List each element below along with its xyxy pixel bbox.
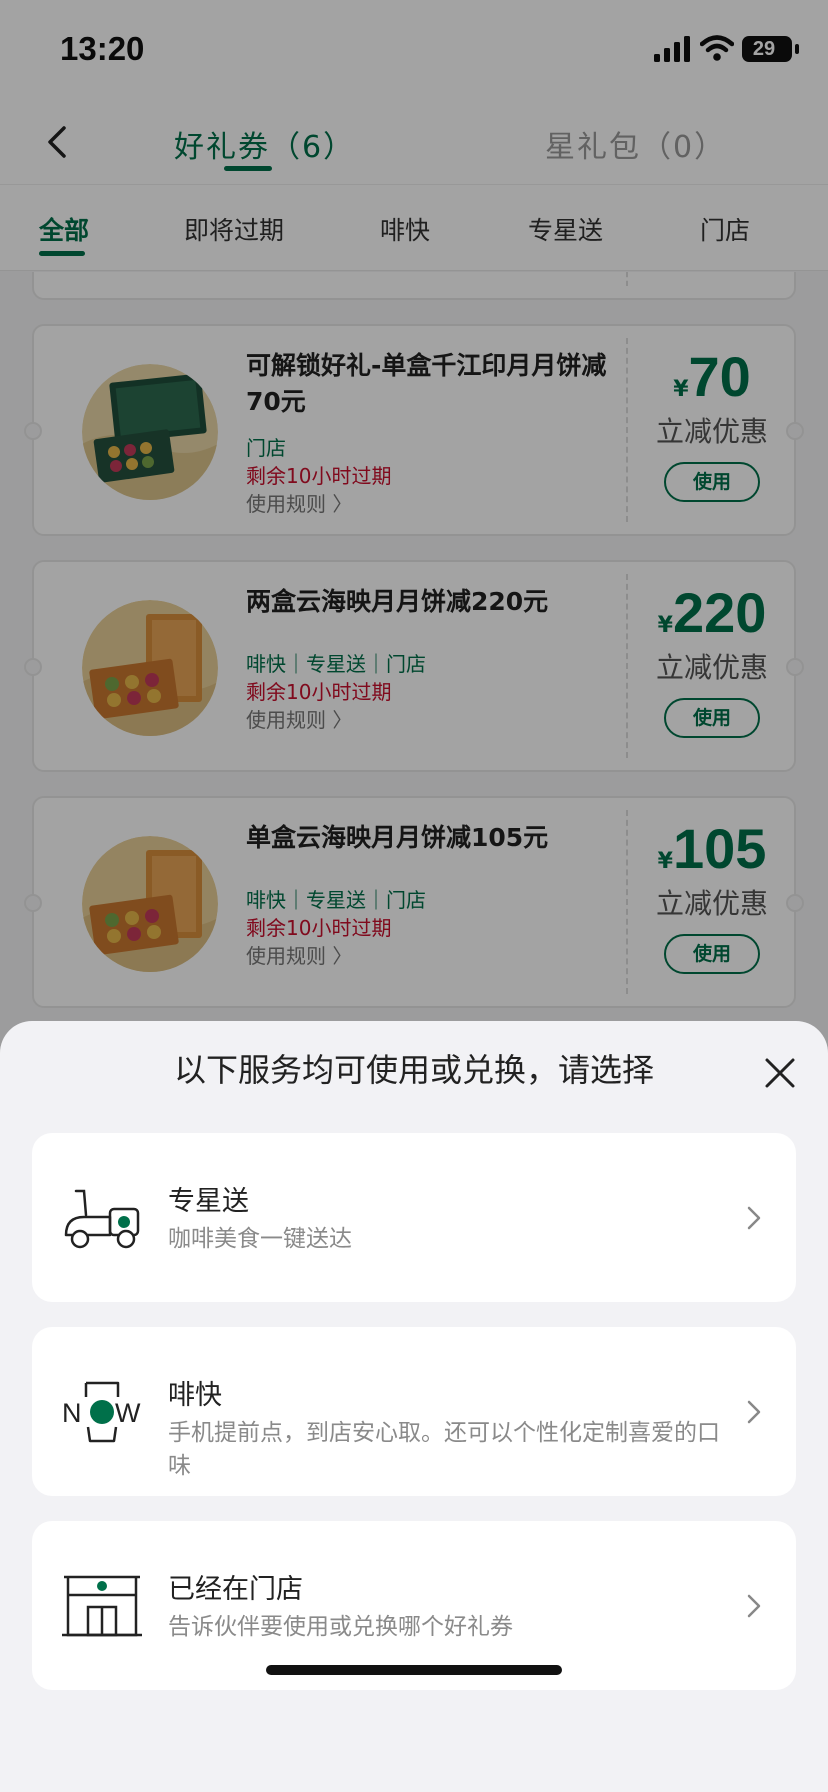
option-description: 告诉伙伴要使用或兑换哪个好礼券 [168,1614,513,1640]
option-description: 手机提前点，到店安心取。还可以个性化定制喜爱的口味 [168,1420,720,1479]
service-select-sheet: 以下服务均可使用或兑换，请选择 专星送 咖啡美食一键送达 N W 啡快 手机提前… [0,1021,828,1792]
store-icon [62,1575,142,1637]
home-indicator[interactable] [266,1665,562,1675]
option-title: 已经在门店 [168,1574,303,1605]
svg-text:N: N [62,1398,82,1428]
chevron-right-icon [747,1594,761,1618]
sheet-title: 以下服务均可使用或兑换，请选择 [173,1051,654,1089]
now-icon: N W [62,1381,141,1443]
chevron-right-icon [747,1206,761,1230]
option-title: 专星送 [168,1186,249,1217]
chevron-right-icon [747,1400,761,1424]
option-description: 咖啡美食一键送达 [168,1226,352,1252]
option-title: 啡快 [168,1380,222,1411]
svg-text:W: W [115,1398,141,1428]
option-delivery[interactable]: 专星送 咖啡美食一键送达 [32,1133,796,1302]
option-fei-kuai[interactable]: N W 啡快 手机提前点，到店安心取。还可以个性化定制喜爱的口味 [32,1327,796,1496]
scooter-icon [64,1189,140,1249]
close-icon[interactable] [762,1055,798,1091]
